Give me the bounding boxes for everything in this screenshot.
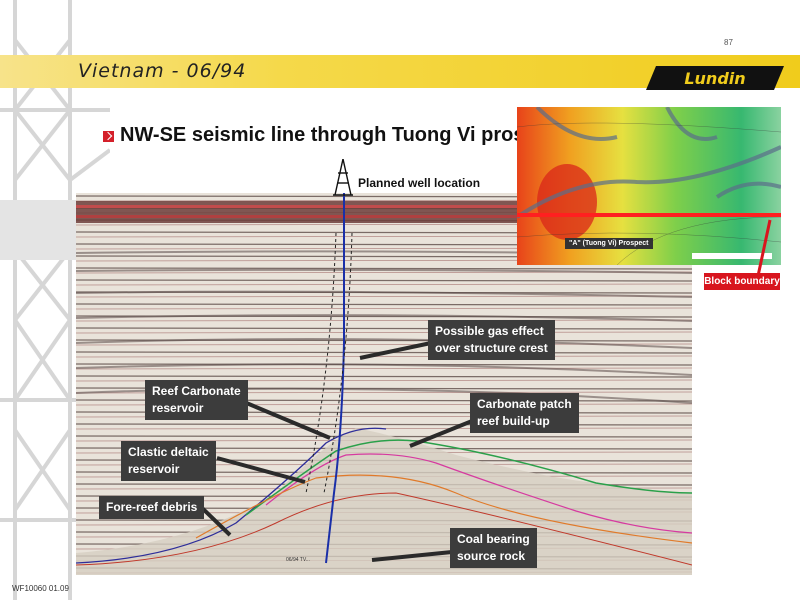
callout-fore-reef: Fore-reef debris [99,496,205,519]
callout-coal-line2: source rock [457,549,526,563]
logo-text: Lundin [684,69,745,88]
footer-code: WF10060 01.09 [12,584,69,593]
callout-gas-line1: Possible gas effect [435,324,544,338]
slide-title: NW-SE seismic line through Tuong Vi pros… [120,124,566,146]
callout-carbonate-patch: Carbonate patch reef build-up [470,393,579,433]
callout-coal-bearing: Coal bearing source rock [450,528,537,568]
planned-well-label: Planned well location [358,176,481,190]
callout-reef-line1: Reef Carbonate [152,384,241,398]
bullet-arrow-icon [103,131,114,142]
lundin-logo: Lundin [646,66,784,90]
seismic-line-label: 06/94 TV... [286,557,310,563]
callout-gas-effect: Possible gas effect over structure crest [428,320,555,360]
block-boundary-label: Block boundary [704,273,780,290]
callout-clastic-line2: reservoir [128,462,180,476]
page-number: 87 [724,38,733,47]
callout-gas-line2: over structure crest [435,341,548,355]
drilling-rig-icon [333,159,353,196]
callout-patch-line2: reef build-up [477,414,550,428]
callout-reef-line2: reservoir [152,401,204,415]
callout-patch-line1: Carbonate patch [477,397,572,411]
callout-reef-carbonate: Reef Carbonate reservoir [145,380,248,420]
callout-clastic-deltaic: Clastic deltaic reservoir [121,441,216,481]
header-title: Vietnam - 06/94 [78,60,247,82]
callout-clastic-line1: Clastic deltaic [128,445,209,459]
callout-coal-line1: Coal bearing [457,532,530,546]
prospect-map-label: "A" (Tuong Vi) Prospect [565,238,653,249]
